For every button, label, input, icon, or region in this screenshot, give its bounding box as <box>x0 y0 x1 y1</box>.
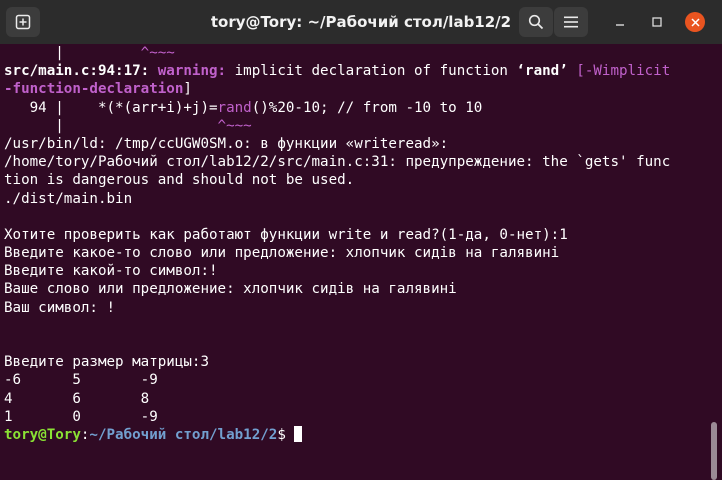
terminal-line: | ^~~~ <box>0 117 706 135</box>
scrollbar-thumb[interactable] <box>711 422 717 480</box>
warning-flag-continued: -function-declaration <box>4 81 184 98</box>
terminal-line: 94 | *(*(arr+i)+j)=rand()%20-10; // from… <box>0 99 706 117</box>
terminal-line: Введите размер матрицы:3 <box>4 354 209 371</box>
terminal-line: Введите какое-то слово или предложение: … <box>4 245 560 262</box>
warning-location: src/main.c:94:17: <box>4 63 158 80</box>
prompt-path: ~/Рабочий стол/lab12/2 <box>89 426 278 443</box>
terminal-line: Ваше слово или предложение: хлопчик сиді… <box>4 281 457 298</box>
function-name: ‘rand’ <box>516 63 568 80</box>
prompt-user: tory@Tory <box>4 426 81 443</box>
terminal-output[interactable]: | ^~~~ src/main.c:94:17: warning: implic… <box>0 44 706 444</box>
search-icon <box>528 14 544 30</box>
terminal-line: /home/tory/Рабочий стол/lab12/2/src/main… <box>4 154 671 171</box>
terminal-line: src/main.c:94:17: warning: implicit decl… <box>0 62 706 80</box>
warning-message: implicit declaration of function <box>234 63 517 80</box>
shell-prompt[interactable]: tory@Tory:~/Рабочий стол/lab12/2$ <box>0 425 706 444</box>
terminal-line: tion is dangerous and should not be used… <box>4 172 355 189</box>
terminal-line: | ^~~~ <box>0 44 706 62</box>
close-button[interactable] <box>685 12 705 32</box>
maximize-icon <box>652 17 662 27</box>
title-bar[interactable]: tory@Tory: ~/Рабочий стол/lab12/2 <box>0 0 722 44</box>
warning-flag: [-Wimplicit <box>576 63 671 80</box>
terminal-line: Введите какой-то символ:! <box>4 263 218 280</box>
caret-marker: ^~~~ <box>63 45 175 61</box>
search-button[interactable] <box>519 7 553 37</box>
caret-marker: ^~~~ <box>63 117 252 134</box>
maximize-button[interactable] <box>647 12 667 32</box>
text-cursor <box>294 425 303 442</box>
highlighted-token: rand <box>217 99 252 116</box>
terminal-line: -6 5 -9 <box>4 372 158 389</box>
terminal-line: Хотите проверить как работают функции wr… <box>4 226 568 243</box>
terminal-line: 4 6 8 <box>4 390 150 407</box>
minimize-button[interactable] <box>610 12 630 32</box>
close-icon <box>690 17 700 27</box>
menu-button[interactable] <box>554 7 588 37</box>
terminal-line: 1 0 -9 <box>4 408 158 425</box>
terminal-line: -function-declaration] <box>4 81 192 98</box>
terminal-line: Ваш символ: ! <box>4 299 116 316</box>
prompt-sign: $ <box>277 426 295 443</box>
terminal-line: /usr/bin/ld: /tmp/ccUGW0SM.o: в функции … <box>4 135 449 152</box>
warning-label: warning: <box>157 63 235 80</box>
gutter-bar: | <box>4 45 64 61</box>
source-line-code-rest: ()%20-10; // from -10 to 10 <box>251 99 483 116</box>
terminal-line: ./dist/main.bin <box>4 190 133 207</box>
hamburger-menu-icon <box>564 16 578 28</box>
terminal-window: tory@Tory: ~/Рабочий стол/lab12/2 | ^~~~… <box>0 0 722 480</box>
scrollbar[interactable] <box>706 44 722 480</box>
minimize-icon <box>616 24 624 26</box>
gutter-bar: | <box>4 117 64 134</box>
source-line-code: 94 | *(*(arr+i)+j)= <box>4 99 218 116</box>
